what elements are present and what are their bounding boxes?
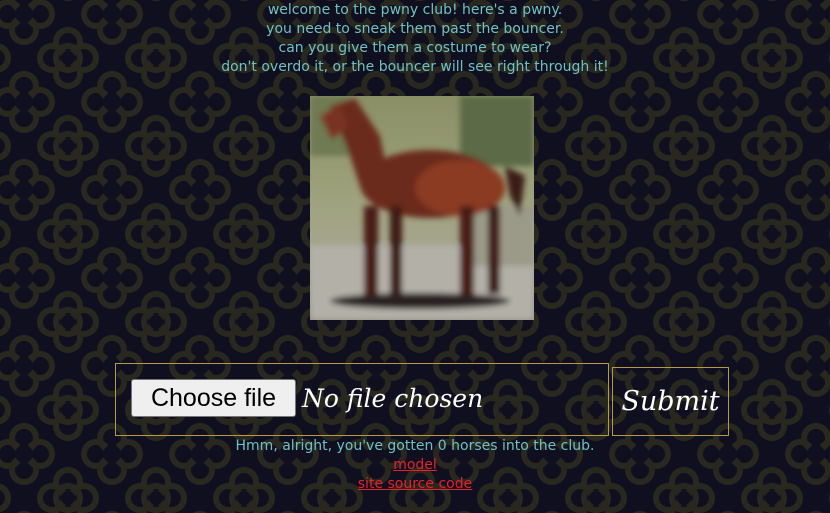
file-status-label: No file chosen	[302, 384, 484, 413]
file-upload-area[interactable]: Choose file No file chosen	[115, 363, 609, 436]
intro-line-4: don't overdo it, or the bouncer will see…	[221, 59, 609, 75]
horse-count-status: Hmm, alright, you've gotten 0 horses int…	[235, 438, 595, 454]
model-link-row: model	[0, 456, 830, 475]
site-source-code-link[interactable]: site source code	[358, 476, 472, 492]
source-link-row: site source code	[0, 475, 830, 494]
intro-line-2: you need to sneak them past the bouncer.	[266, 21, 564, 37]
intro-line-3: can you give them a costume to wear?	[278, 40, 552, 56]
choose-file-button[interactable]: Choose file	[131, 379, 296, 417]
page-content: welcome to the pwny club! here's a pwny.…	[0, 0, 830, 513]
intro-line-1: welcome to the pwny club! here's a pwny.	[267, 2, 563, 18]
model-link[interactable]: model	[393, 457, 437, 473]
horse-photo	[310, 96, 534, 320]
submit-button[interactable]: Submit	[612, 367, 729, 436]
